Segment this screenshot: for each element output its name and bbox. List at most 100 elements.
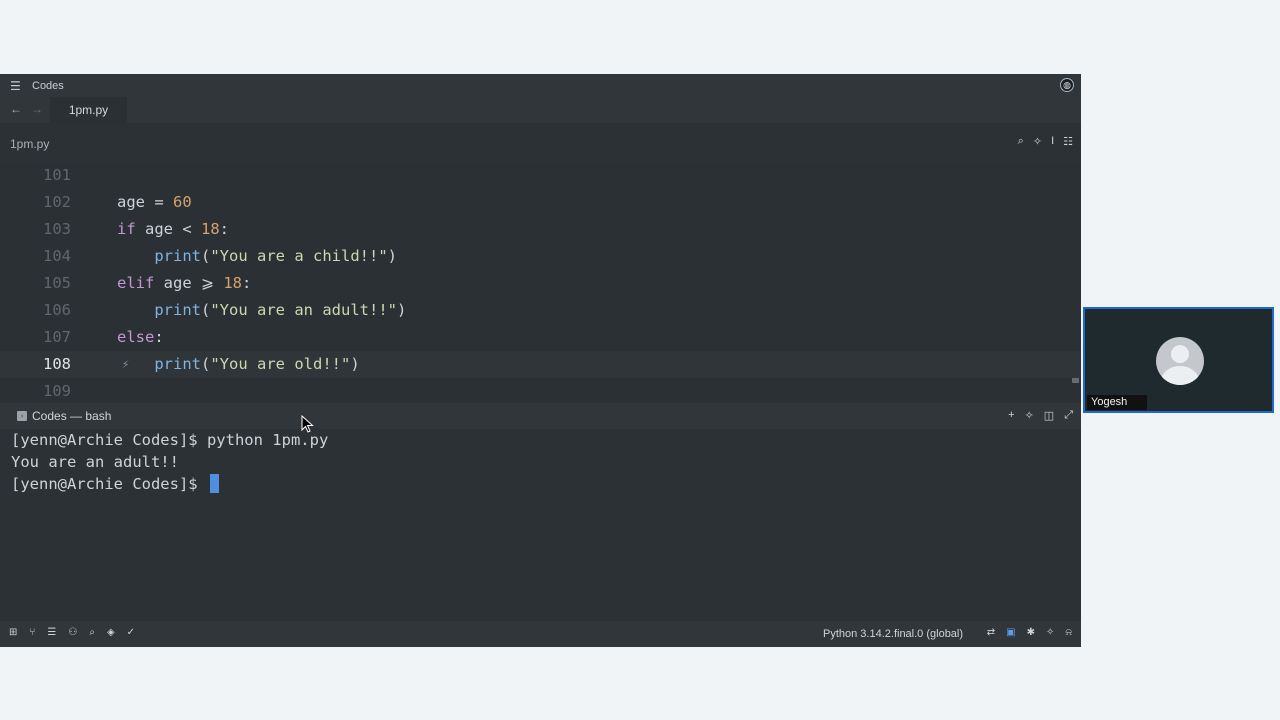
git-branch-icon[interactable]: ⑂ [29, 627, 35, 638]
code-token: if [117, 220, 145, 238]
code-line[interactable]: 103 if age < 18: [0, 216, 1081, 243]
code-token: ) [387, 247, 397, 265]
check-icon[interactable]: ✓ [127, 627, 135, 638]
line-number: 103 [43, 220, 71, 238]
plus-icon[interactable]: + [1008, 409, 1014, 422]
forward-arrow-icon[interactable]: → [31, 102, 43, 116]
code-token: ( [201, 247, 211, 265]
code-token: "You are old!!" [210, 355, 351, 373]
code-token: ( [201, 301, 211, 319]
code-token: : [242, 274, 252, 292]
code-text: print("You are a child!!") [117, 243, 397, 270]
python-interpreter[interactable]: Python 3.14.2.final.0 (global) [823, 628, 963, 640]
bell-icon[interactable]: ⍾ [1065, 627, 1072, 638]
terminal-tab[interactable]: › Codes — bash [17, 409, 111, 423]
code-token: < [182, 220, 201, 238]
status-left-tools: ⊞ ⑂ ☰ ⚇ ⌕ ◈ ✓ [9, 627, 135, 638]
magic-wand-icon[interactable]: ✧ [1033, 135, 1042, 148]
terminal-toolbar: + ✧ ◫ ⤢ [1008, 409, 1073, 422]
status-right-tools: ⇄ ▣ ✱ ✧ ⍾ [987, 627, 1072, 638]
line-number: 109 [43, 382, 71, 400]
title-bar: ☰ Codes ◍ [0, 74, 1081, 97]
code-line[interactable]: 107 else: [0, 324, 1081, 351]
terminal-icon: › [17, 411, 27, 421]
magic-wand-icon[interactable]: ✧ [1046, 627, 1054, 638]
ide-window: ☰ Codes ◍ ← → 1pm.py 1pm.py ⌕ ✧ I ☷ 101 1… [0, 74, 1081, 647]
code-token: ( [201, 355, 211, 373]
code-token: ) [396, 301, 407, 319]
code-token: age [145, 220, 183, 238]
code-line[interactable]: 102 age = 60 [0, 189, 1081, 216]
magic-wand-icon[interactable]: ✧ [1025, 409, 1034, 422]
terminal-line: [yenn@Archie Codes]$ python 1pm.py [11, 431, 329, 449]
code-token: print [154, 247, 201, 265]
code-token: ) [350, 355, 360, 373]
text-cursor-icon[interactable]: I [1051, 135, 1054, 148]
line-number: 106 [43, 301, 71, 319]
code-line[interactable]: 105 elif age ⩾ 18: [0, 270, 1081, 297]
bug-icon[interactable]: ✱ [1027, 627, 1035, 638]
terminal-cursor [209, 474, 219, 493]
code-line[interactable]: 104 print("You are a child!!") [0, 243, 1081, 270]
code-text: else: [117, 324, 164, 351]
status-bar: ⊞ ⑂ ☰ ⚇ ⌕ ◈ ✓ Python 3.14.2.final.0 (glo… [0, 621, 1081, 647]
code-line[interactable]: 106 print("You are an adult!!") [0, 297, 1081, 324]
line-number: 107 [43, 328, 71, 346]
line-number: 108 [43, 355, 71, 373]
collab-icon[interactable]: ⚇ [68, 627, 77, 638]
avatar [1156, 337, 1204, 385]
code-text: age = 60 [117, 189, 192, 216]
code-token: 60 [173, 193, 192, 211]
code-token: = [154, 193, 173, 211]
globe-icon[interactable]: ◍ [1060, 78, 1074, 92]
breadcrumb[interactable]: 1pm.py [10, 137, 49, 151]
code-token: print [154, 301, 201, 319]
code-token: 18 [223, 274, 242, 292]
code-token: elif [117, 274, 164, 292]
line-number: 101 [43, 166, 71, 184]
code-text: print("You are old!!") [117, 351, 360, 378]
tab-1pm-py[interactable]: 1pm.py [50, 97, 127, 123]
project-tree-icon[interactable]: ⊞ [9, 627, 17, 638]
translate-icon[interactable]: ⇄ [987, 627, 995, 638]
tab-label: 1pm.py [68, 103, 109, 117]
terminal-prompt-line: [yenn@Archie Codes]$ [11, 473, 219, 495]
code-text: print("You are an adult!!") [117, 297, 406, 324]
window-title: Codes [32, 79, 64, 92]
maximize-icon[interactable]: ⤢ [1064, 409, 1073, 422]
debug-icon[interactable]: ◈ [107, 627, 115, 638]
outline-icon[interactable]: ☰ [47, 627, 56, 638]
terminal-prompt: [yenn@Archie Codes]$ [11, 475, 207, 493]
menu-icon[interactable]: ☰ [10, 79, 26, 93]
code-token: age [117, 193, 155, 211]
split-icon[interactable]: ◫ [1044, 409, 1054, 422]
code-token: 18 [201, 220, 220, 238]
code-token: ⩾ [201, 274, 224, 292]
code-line[interactable]: 101 [0, 163, 1081, 189]
code-token: "You are an adult!!" [210, 301, 397, 319]
mouse-pointer-icon [301, 415, 314, 433]
video-tile[interactable]: Yogesh [1083, 307, 1274, 413]
terminal[interactable]: [yenn@Archie Codes]$ python 1pm.py You a… [0, 429, 1081, 621]
terminal-tab-label: Codes — bash [32, 409, 112, 423]
code-token: print [154, 355, 201, 373]
search-icon[interactable]: ⌕ [89, 627, 95, 638]
code-line[interactable]: 109 [0, 378, 1081, 403]
code-token: : [154, 328, 164, 346]
code-text: if age < 18: [117, 216, 229, 243]
search-icon[interactable]: ⌕ [1018, 135, 1024, 148]
code-token: : [219, 220, 230, 238]
code-editor[interactable]: 101 102 age = 60 103 if age < 18: 104 print("… [0, 163, 1081, 403]
panel-icon[interactable]: ▣ [1006, 627, 1015, 638]
participant-name: Yogesh [1087, 395, 1147, 410]
code-token: else [117, 328, 155, 346]
code-line[interactable]: 108 ⚡ print("You are old!!") [0, 351, 1081, 378]
code-token: age [163, 274, 201, 292]
breadcrumb-bar: 1pm.py ⌕ ✧ I ☷ [0, 123, 1081, 163]
sliders-icon[interactable]: ☷ [1063, 135, 1073, 148]
back-arrow-icon[interactable]: ← [10, 102, 22, 116]
tab-bar: ← → 1pm.py [0, 97, 1081, 123]
editor-toolbar: ⌕ ✧ I ☷ [1018, 135, 1073, 148]
